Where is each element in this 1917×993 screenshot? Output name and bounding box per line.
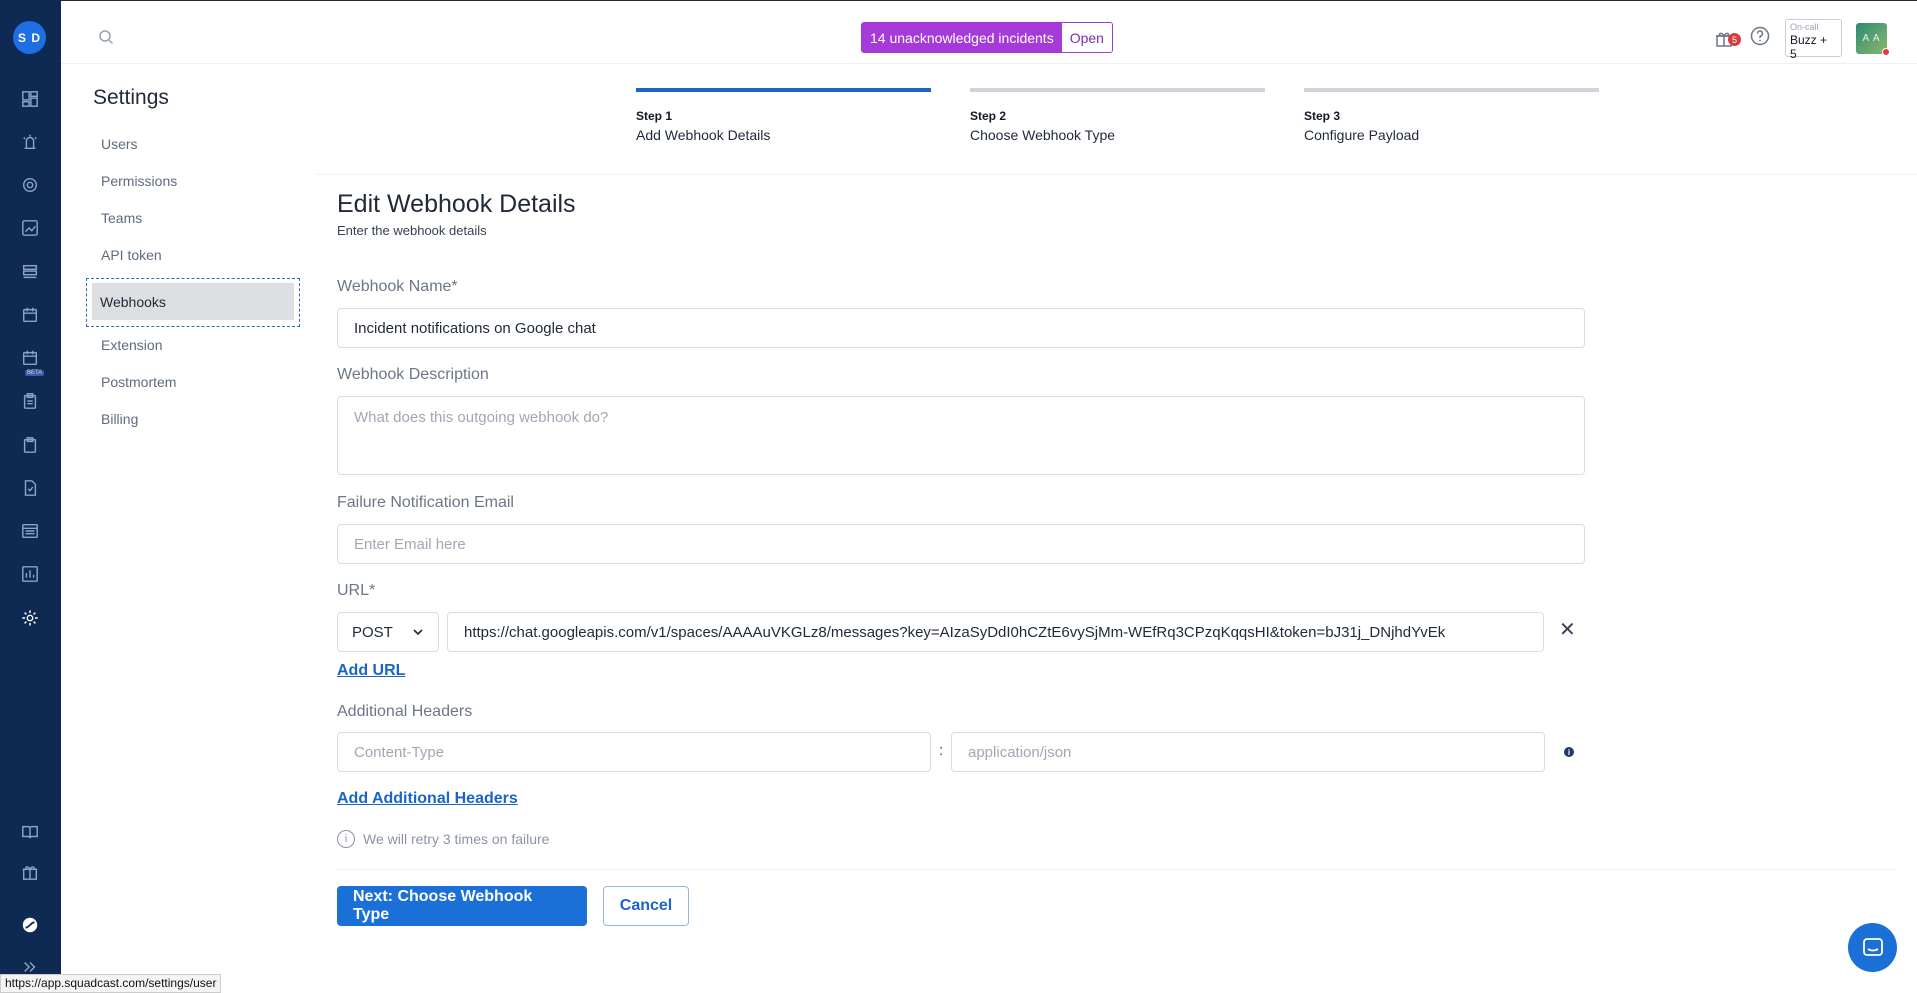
docs-book-icon[interactable]	[19, 821, 41, 843]
step-2[interactable]: Step 2 Choose Webhook Type	[970, 88, 1265, 143]
webhook-description-textarea[interactable]: What does this outgoing webhook do?	[337, 396, 1585, 475]
webhook-name-value: Incident notifications on Google chat	[354, 319, 596, 337]
notification-badge: 5	[1728, 33, 1741, 46]
step-3[interactable]: Step 3 Configure Payload	[1304, 88, 1599, 143]
status-page-icon[interactable]	[19, 520, 41, 542]
step-3-label: Configure Payload	[1304, 127, 1420, 143]
oncall-label: On-call	[1790, 22, 1819, 32]
list-icon[interactable]	[19, 261, 41, 283]
incidents-icon[interactable]	[19, 131, 41, 153]
http-method-value: POST	[352, 623, 393, 641]
clipboard-icon[interactable]	[19, 390, 41, 412]
url-input[interactable]: https://chat.googleapis.com/v1/spaces/AA…	[447, 612, 1544, 652]
url-value: https://chat.googleapis.com/v1/spaces/AA…	[464, 623, 1446, 641]
schedules-beta-icon[interactable]	[19, 347, 41, 369]
reports-icon[interactable]	[19, 563, 41, 585]
step-2-label: Choose Webhook Type	[970, 127, 1116, 143]
postmortem-icon[interactable]	[19, 477, 41, 499]
step-1[interactable]: Step 1 Add Webhook Details	[636, 88, 931, 143]
header-key-input[interactable]: Content-Type	[337, 732, 931, 772]
help-icon[interactable]	[1749, 25, 1771, 52]
settings-item-webhooks[interactable]: Webhooks	[86, 278, 300, 327]
step-2-number: Step 2	[970, 109, 1007, 123]
step-1-progress-bar	[636, 88, 931, 92]
settings-menu: Settings Users Permissions Teams API tok…	[86, 86, 300, 440]
http-method-select[interactable]: POST	[337, 612, 439, 652]
failure-email-label: Failure Notification Email	[337, 494, 514, 511]
remove-url-close-icon[interactable]: ✕	[1559, 617, 1576, 642]
squadcast-logo-icon	[19, 914, 41, 936]
dashboard-icon[interactable]	[19, 88, 41, 110]
left-nav-rail: S D BETA	[0, 0, 61, 993]
user-initials: A A	[1862, 32, 1881, 44]
top-right-actions: 5 On-call Buzz + 5 A A	[1713, 19, 1890, 61]
failure-email-input[interactable]: Enter Email here	[337, 524, 1585, 564]
settings-item-teams[interactable]: Teams	[93, 202, 293, 239]
form-subtitle: Enter the webhook details	[337, 223, 487, 238]
settings-item-extension[interactable]: Extension	[93, 329, 293, 366]
header-value-input[interactable]: application/json	[951, 732, 1545, 772]
search-icon[interactable]	[98, 29, 114, 45]
webhook-name-label: Webhook Name*	[337, 278, 458, 295]
header-separator: :	[939, 742, 944, 759]
top-bar: 14 unacknowledged incidents Open 5 On-ca…	[61, 0, 1917, 64]
org-avatar[interactable]: S D	[13, 21, 46, 54]
unacknowledged-incidents-count[interactable]: 14 unacknowledged incidents	[862, 23, 1062, 52]
settings-item-webhooks-label: Webhooks	[92, 283, 294, 320]
failure-email-placeholder: Enter Email here	[354, 535, 466, 553]
webhook-description-placeholder: What does this outgoing webhook do?	[354, 409, 609, 426]
form-footer-divider	[337, 869, 1897, 870]
webhook-description-label: Webhook Description	[337, 366, 489, 383]
oncall-widget[interactable]: On-call Buzz + 5	[1785, 19, 1842, 61]
add-url-link[interactable]: Add URL	[337, 662, 405, 680]
services-icon[interactable]	[19, 174, 41, 196]
step-3-progress-bar	[1304, 88, 1599, 92]
chevron-down-icon	[413, 629, 423, 636]
header-key-placeholder: Content-Type	[354, 743, 445, 761]
retry-note: i We will retry 3 times on failure	[337, 830, 549, 848]
step-1-label: Add Webhook Details	[636, 127, 771, 143]
beta-badge: BETA	[25, 370, 45, 376]
settings-title: Settings	[93, 86, 169, 109]
stepper-divider	[316, 174, 1917, 175]
additional-headers-label: Additional Headers	[337, 703, 473, 720]
add-additional-headers-link[interactable]: Add Additional Headers	[337, 790, 518, 808]
webhook-name-input[interactable]: Incident notifications on Google chat	[337, 308, 1585, 348]
browser-status-url: https://app.squadcast.com/settings/user	[0, 974, 222, 993]
settings-item-users[interactable]: Users	[93, 128, 293, 165]
cancel-button[interactable]: Cancel	[603, 886, 689, 926]
whats-new-gift-icon[interactable]	[19, 861, 41, 883]
settings-gear-icon[interactable]	[19, 607, 41, 629]
open-incidents-button[interactable]: Open	[1061, 23, 1112, 52]
header-info-icon[interactable]: i	[1564, 747, 1574, 757]
settings-item-postmortem[interactable]: Postmortem	[93, 366, 293, 403]
incidents-banner[interactable]: 14 unacknowledged incidents Open	[861, 22, 1113, 53]
retry-note-text: We will retry 3 times on failure	[363, 831, 550, 847]
step-3-number: Step 3	[1304, 109, 1341, 123]
webhook-form-header: Edit Webhook Details Enter the webhook d…	[337, 190, 1587, 238]
step-1-number: Step 1	[636, 109, 673, 123]
form-title: Edit Webhook Details	[337, 190, 576, 218]
oncall-value: Buzz + 5	[1790, 33, 1828, 61]
step-2-progress-bar	[970, 88, 1265, 92]
settings-item-permissions[interactable]: Permissions	[93, 165, 293, 202]
runbook-icon[interactable]	[19, 434, 41, 456]
support-chat-button[interactable]	[1848, 923, 1897, 972]
url-label: URL*	[337, 582, 376, 599]
notifications-gift-icon[interactable]: 5	[1713, 27, 1741, 49]
user-status-dot	[1882, 47, 1890, 56]
app-root: S D BETA 14 unacknowledged incidents Ope…	[0, 0, 1917, 993]
settings-item-api-token[interactable]: API token	[93, 239, 293, 276]
next-choose-webhook-type-button[interactable]: Next: Choose Webhook Type	[337, 886, 587, 926]
user-avatar[interactable]: A A	[1856, 22, 1890, 56]
info-circle-icon: i	[337, 830, 355, 848]
analytics-icon[interactable]	[19, 217, 41, 239]
calendar-icon[interactable]	[19, 304, 41, 326]
settings-item-billing[interactable]: Billing	[93, 403, 293, 440]
chat-icon	[1862, 937, 1883, 956]
header-value-placeholder: application/json	[968, 743, 1072, 761]
